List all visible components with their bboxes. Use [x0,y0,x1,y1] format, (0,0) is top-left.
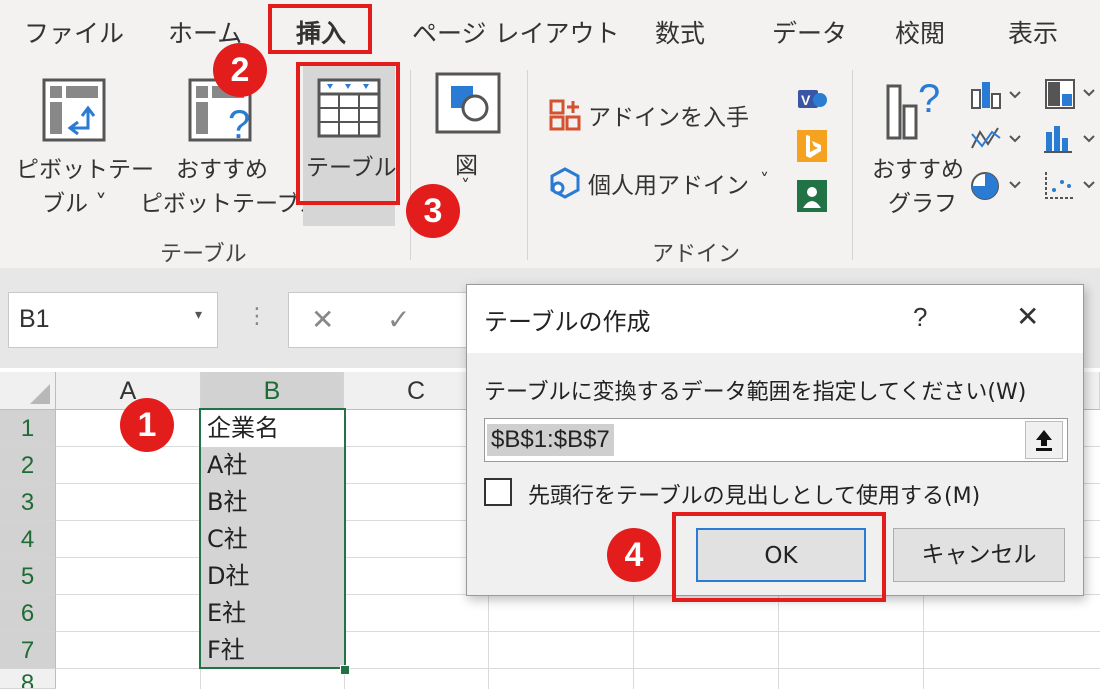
get-addins-button[interactable]: アドインを入手 [546,92,749,136]
ribbon-separator [852,70,853,260]
tab-view[interactable]: 表示 [1008,14,1058,50]
tab-formulas[interactable]: 数式 [655,14,705,50]
cancel-button[interactable]: キャンセル [893,528,1065,582]
name-box[interactable]: B1 ▾ [8,292,218,348]
pivot-table-icon [42,78,106,142]
my-addins-button[interactable]: 個人用アドイン ˅ [546,160,782,204]
close-icon[interactable]: ✕ [1016,300,1039,333]
confirm-entry-icon[interactable]: ✓ [387,303,410,336]
get-addins-label: アドインを入手 [588,105,749,131]
range-input[interactable]: $B$1:$B$7 [484,418,1068,462]
row-header-3[interactable]: 3 [0,484,56,521]
store-icon [549,99,581,131]
column-chart-icon[interactable] [970,80,1026,110]
recommended-charts-label-2: グラフ [888,191,957,217]
select-all-icon [30,384,50,404]
recommended-pivot-label-1: おすすめ [176,157,268,183]
fill-handle[interactable] [340,665,350,675]
row-header-6[interactable]: 6 [0,595,56,632]
help-button[interactable]: ? [913,302,927,333]
tab-file[interactable]: ファイル [24,14,124,50]
illustrations-label: 図 [455,153,478,179]
header-row-checkbox-label: 先頭行をテーブルの見出しとして使用する(M) [528,484,981,509]
svg-text:?: ? [918,77,940,121]
shapes-icon [435,72,501,134]
step-badge-4: 4 [607,528,661,582]
pivot-table-label-1: ピボットテー [16,157,154,183]
collapse-arrow-icon [1036,430,1052,451]
ribbon-separator [527,70,528,260]
chevron-down-icon: ˅ [461,176,470,197]
tab-review[interactable]: 校閲 [895,14,945,50]
row-header-5[interactable]: 5 [0,558,56,595]
hierarchy-chart-icon[interactable] [1044,78,1100,110]
people-graph-icon[interactable] [797,180,827,212]
svg-text:?: ? [228,103,250,146]
ok-button-highlight [672,512,886,602]
row-header-8[interactable]: 8 [0,669,56,689]
ribbon-separator [410,70,411,260]
step-badge-2: 2 [213,43,267,97]
tab-data[interactable]: データ [772,14,847,50]
chevron-down-icon: ˅ [760,170,769,191]
pie-chart-icon[interactable] [970,170,1026,202]
cancel-entry-icon[interactable]: ✕ [311,303,334,336]
range-label: テーブルに変換するデータ範囲を指定してください(W) [484,380,1027,405]
selection-range-border [199,408,346,669]
insert-tab-highlight [268,4,372,54]
select-all-button[interactable] [0,372,56,410]
statistic-chart-icon[interactable] [1044,124,1100,154]
addin-icon [550,167,580,199]
scatter-chart-icon[interactable] [1044,170,1100,202]
column-header-b[interactable]: B [201,372,344,410]
collapse-dialog-button[interactable] [1025,421,1063,459]
tab-page-layout[interactable]: ページ レイアウト [412,14,619,50]
bing-icon[interactable] [797,130,827,162]
line-chart-icon[interactable] [970,124,1026,154]
range-input-value: $B$1:$B$7 [487,424,614,456]
row-header-1[interactable]: 1 [0,410,56,447]
table-button-highlight [296,62,400,205]
row-header-2[interactable]: 2 [0,447,56,484]
recommended-charts-button[interactable]: ? おすすめ グラフ [866,70,966,220]
group-addins-label: アドイン [652,242,741,267]
dialog-title: テーブルの作成 [484,308,651,336]
header-row-checkbox[interactable] [484,478,512,506]
step-badge-1: 1 [120,398,174,452]
recommended-charts-icon: ? [886,77,940,140]
formula-bar-grip-icon: ⋮ [246,304,268,329]
row-header-4[interactable]: 4 [0,521,56,558]
svg-text:V: V [801,92,811,108]
my-addins-label: 個人用アドイン [588,173,749,199]
chevron-down-icon[interactable]: ▾ [195,307,202,323]
row-header-7[interactable]: 7 [0,632,56,669]
formula-buttons: ✕ ✓ [288,292,478,348]
name-box-value: B1 [19,305,50,333]
group-table-label: テーブル [160,242,247,267]
visio-icon[interactable]: V [797,84,827,114]
step-badge-3: 3 [406,184,460,238]
pivot-table-label-2: ブル ˅ [42,191,107,217]
recommended-charts-label-1: おすすめ [872,157,964,183]
